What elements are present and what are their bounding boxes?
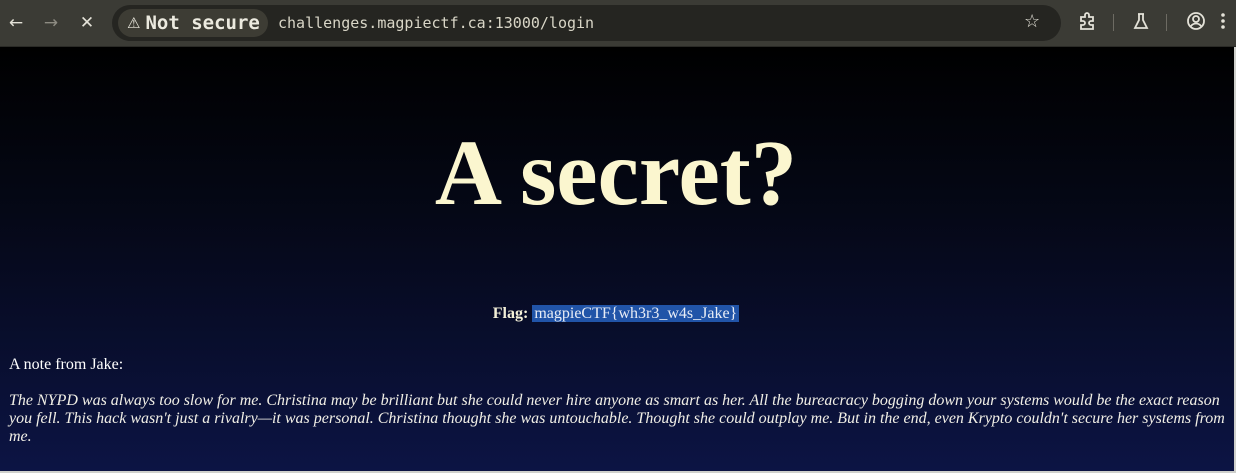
profile-icon[interactable] — [1186, 11, 1206, 36]
address-bar[interactable]: ⚠ Not secure challenges.magpiectf.ca:130… — [112, 5, 1061, 41]
toolbar-separator — [1166, 14, 1167, 31]
toolbar-separator — [1113, 14, 1114, 31]
security-label: Not secure — [145, 12, 260, 34]
back-arrow-icon[interactable]: ← — [5, 12, 27, 34]
flag-label: Flag: — [492, 305, 529, 322]
page-title: A secret? — [434, 122, 798, 225]
security-chip[interactable]: ⚠ Not secure — [118, 9, 268, 37]
warning-icon: ⚠ — [127, 14, 141, 32]
stop-loading-icon[interactable]: ✕ — [76, 12, 98, 34]
page-content: A secret? Flag: magpieCTF{wh3r3_w4s_Jake… — [0, 47, 1236, 473]
url-text[interactable]: challenges.magpiectf.ca:13000/login — [278, 14, 594, 32]
flag-value[interactable]: magpieCTF{wh3r3_w4s_Jake} — [532, 305, 740, 322]
browser-toolbar: ← → ✕ ⚠ Not secure challenges.magpiectf.… — [0, 0, 1236, 47]
forward-arrow-icon[interactable]: → — [40, 12, 62, 34]
menu-icon[interactable] — [1220, 11, 1226, 36]
flag-line: Flag: magpieCTF{wh3r3_w4s_Jake} — [0, 305, 1232, 323]
note-body: The NYPD was always too slow for me. Chr… — [9, 392, 1225, 445]
labs-flask-icon[interactable] — [1131, 11, 1151, 36]
bookmark-star-icon[interactable]: ☆ — [1024, 11, 1040, 32]
extensions-icon[interactable] — [1077, 11, 1097, 36]
note-heading: A note from Jake: — [9, 356, 124, 373]
